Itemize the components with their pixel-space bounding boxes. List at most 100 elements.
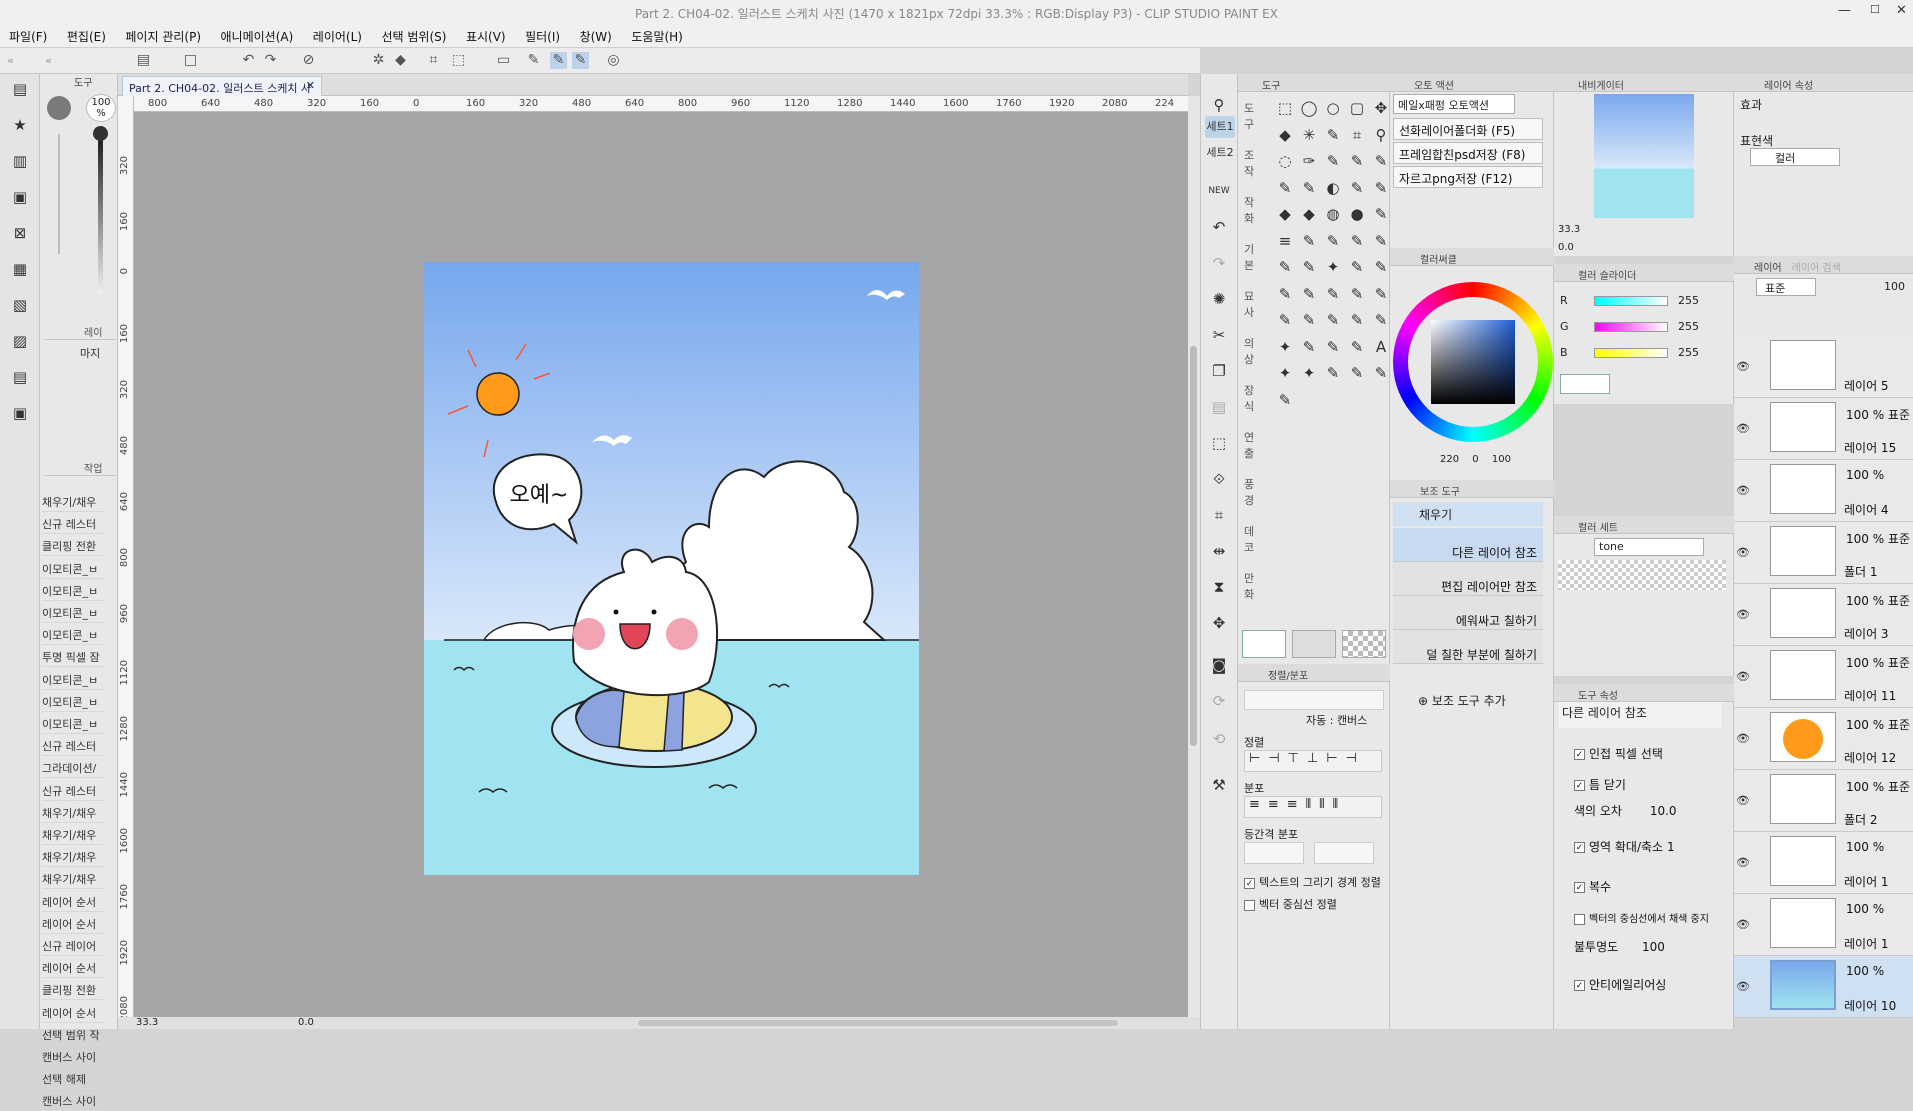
prop-tolerance-value[interactable]: 10.0	[1650, 804, 1677, 818]
tool-icon[interactable]: ≡	[1274, 230, 1296, 252]
layer-row[interactable]: 👁 100 % 표준 폴더 1	[1734, 522, 1913, 584]
auto-action-list-item[interactable]: 클리핑 전환	[42, 978, 104, 1001]
fill-icon[interactable]: ◆	[392, 52, 409, 69]
snap-icon[interactable]: ✎	[572, 52, 589, 69]
tool-icon[interactable]: ✎	[1274, 177, 1296, 199]
auto-action-list-item[interactable]: 이모티콘_ㅂ	[42, 601, 104, 623]
image-icon[interactable]: ▧	[9, 294, 31, 316]
navigator-preview[interactable]	[1594, 94, 1694, 218]
tool-icon[interactable]: ✎	[1370, 150, 1392, 172]
menu-view[interactable]: 표시(V)	[459, 24, 513, 45]
auto-action-list-item[interactable]: 이모티콘_ㅂ	[42, 557, 104, 579]
transform-tool-icon[interactable]: ⟐	[1208, 468, 1230, 490]
prop-expand-value[interactable]: 1	[1667, 840, 1675, 854]
undo-tool-icon[interactable]: ↶	[1208, 216, 1230, 238]
maximize-icon[interactable]: ☐	[1870, 3, 1880, 16]
menu-animation[interactable]: 애니메이션(A)	[214, 24, 301, 45]
tool-icon[interactable]: ✎	[1322, 309, 1344, 331]
align-check2[interactable]: 벡터 중심선 정렬	[1244, 896, 1337, 912]
tool-icon[interactable]: ✎	[1322, 230, 1344, 252]
visibility-eye-icon[interactable]: 👁	[1736, 608, 1750, 621]
auto-action-list-item[interactable]: 신규 레스터	[42, 779, 104, 801]
prop-opacity-value[interactable]: 100	[1642, 940, 1665, 954]
tool-category-label[interactable]: 장식	[1244, 382, 1254, 414]
zoom-tool-icon[interactable]: ⚲	[1208, 94, 1230, 116]
equal-h-button[interactable]	[1244, 842, 1304, 864]
menu-page[interactable]: 페이지 관리(P)	[118, 24, 208, 45]
prop-multiple[interactable]: ✓ 복수	[1574, 878, 1611, 895]
tool-icon[interactable]: ✎	[1370, 177, 1392, 199]
prop-antialias[interactable]: ✓ 안티에일리어싱	[1574, 976, 1666, 993]
close-icon[interactable]: ✕	[1896, 3, 1907, 18]
tool-icon[interactable]: ▢	[1346, 97, 1368, 119]
save-icon[interactable]: ▤	[135, 52, 152, 69]
auto-action-item[interactable]: 선화레이어폴더화 (F5)	[1393, 118, 1543, 140]
auto-action-list-item[interactable]: 투명 픽셀 잠	[42, 645, 104, 668]
auto-action-list-item[interactable]: 캔버스 사이	[42, 1089, 104, 1111]
transform-icon[interactable]: ✲	[370, 52, 387, 69]
tool-icon[interactable]: ◐	[1322, 177, 1344, 199]
auto-action-list-item[interactable]: 클리핑 전환	[42, 534, 104, 557]
color-set-swatches[interactable]	[1558, 560, 1726, 590]
tool-category-label[interactable]: 도구	[1244, 100, 1254, 132]
auto-action-list-item[interactable]: 신규 레스터	[42, 512, 104, 535]
auto-action-list-item[interactable]: 채우기/채우	[42, 801, 104, 823]
layer-row[interactable]: 👁 100 % 표준 폴더 2	[1734, 770, 1913, 832]
tool-icon[interactable]: ●	[1346, 203, 1368, 225]
prop-opacity[interactable]: 불투명도 100	[1574, 938, 1665, 955]
visibility-eye-icon[interactable]: 👁	[1736, 546, 1750, 559]
tool-icon[interactable]: ✎	[1370, 230, 1392, 252]
layer-tab[interactable]: 레이어	[1754, 263, 1782, 274]
auto-action-list-item[interactable]: 레이어 순서	[42, 890, 104, 912]
tool-icon[interactable]: ⬚	[1274, 97, 1296, 119]
tool-icon[interactable]: ✎	[1298, 283, 1320, 305]
select-icon[interactable]: ⬚	[450, 52, 467, 69]
auto-action-set-select[interactable]: 메일x패펑 오토액션	[1393, 94, 1515, 114]
visibility-eye-icon[interactable]: 👁	[1736, 422, 1750, 435]
align-buttons[interactable]: ⊢⊣⊤⊥⊢⊣	[1244, 750, 1382, 772]
camera-icon[interactable]: ◙	[1208, 654, 1230, 676]
prop-expand[interactable]: ✓ 영역 확대/축소 1	[1574, 838, 1675, 855]
tool-category-label[interactable]: 묘사	[1244, 288, 1254, 320]
tool-icon[interactable]: ◍	[1322, 203, 1344, 225]
stabilize-icon[interactable]: ✎	[550, 52, 567, 69]
visibility-eye-icon[interactable]: 👁	[1736, 794, 1750, 807]
canvas-area[interactable]: 오예~	[134, 112, 1188, 1017]
size-slider-knob[interactable]	[93, 126, 108, 141]
tool-icon[interactable]: ⚲	[1370, 124, 1392, 146]
tool-icon[interactable]: ✎	[1322, 362, 1344, 384]
prop-vector-center[interactable]: 벡터의 중심선에서 채색 중지	[1574, 910, 1709, 925]
auto-action-list-item[interactable]: 레이어 순서	[42, 956, 104, 979]
check-icon[interactable]: ◎	[605, 52, 622, 69]
auto-action-list-item[interactable]: 레이어 순서	[42, 912, 104, 934]
library-icon[interactable]: ▨	[9, 330, 31, 352]
auto-action-list-item[interactable]: 선택 해제	[42, 1067, 104, 1090]
task-tab[interactable]: 작업	[44, 458, 116, 476]
sub-tool-group[interactable]: 채우기	[1393, 502, 1543, 526]
tool-icon[interactable]: ✎	[1346, 256, 1368, 278]
tool-icon[interactable]: ✎	[1298, 336, 1320, 358]
status-angle[interactable]: 0.0	[298, 1017, 314, 1028]
filter-icon[interactable]: ⊠	[9, 222, 31, 244]
transparent-swatch[interactable]	[1342, 630, 1386, 658]
tool-icon[interactable]: ◆	[1274, 203, 1296, 225]
auto-action-list-item[interactable]: 채우기/채우	[42, 823, 104, 845]
wrench-icon[interactable]: ⚒	[1208, 774, 1230, 796]
vertical-scroll-thumb[interactable]	[1190, 346, 1197, 746]
mesh-icon[interactable]: ⌗	[1208, 504, 1230, 526]
menu-filter[interactable]: 필터(I)	[518, 24, 567, 45]
distribute-buttons[interactable]: ≡≡≡⫴⫴⫴	[1244, 796, 1382, 818]
tool-icon[interactable]: ⌗	[1346, 124, 1368, 146]
tool-icon[interactable]: ✎	[1346, 283, 1368, 305]
prop-adjacent[interactable]: ✓ 인접 픽셀 선택	[1574, 745, 1663, 762]
document-tab[interactable]: Part 2. CH04-02. 일러스트 스케치 사진 ✕	[122, 76, 322, 111]
tool-icon[interactable]: ✎	[1274, 283, 1296, 305]
tool-icon[interactable]: A	[1370, 336, 1392, 358]
tool-icon[interactable]: ◌	[1274, 150, 1296, 172]
layer-row[interactable]: 👁 100 % 표준 레이어 11	[1734, 646, 1913, 708]
navigator-zoom[interactable]: 33.3	[1558, 224, 1580, 235]
horizontal-scroll-thumb[interactable]	[638, 1020, 1118, 1026]
tool-icon[interactable]: ✎	[1298, 256, 1320, 278]
rotate-icon[interactable]: ⧗	[1208, 576, 1230, 598]
tool-icon[interactable]: ✎	[1370, 362, 1392, 384]
